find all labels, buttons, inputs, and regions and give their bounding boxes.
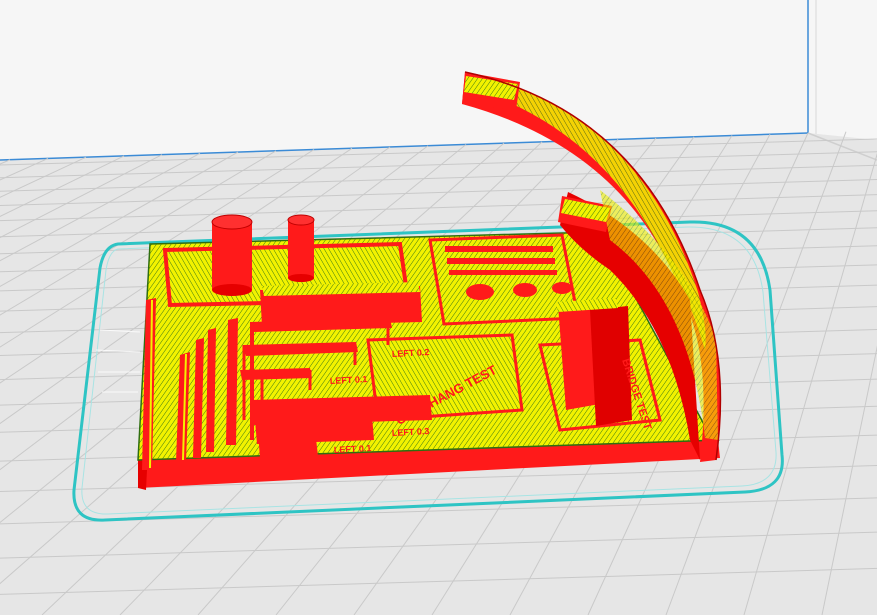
step-label-4: LEFT 0.1: [334, 443, 372, 455]
layer-viewport[interactable]: OVERHANG TEST LEFT 0.2 LEFT 0.1 LEFT 0.3…: [0, 0, 877, 615]
scene-canvas[interactable]: OVERHANG TEST LEFT 0.2 LEFT 0.1 LEFT 0.3…: [0, 0, 877, 615]
step-label-2: LEFT 0.1: [330, 374, 368, 386]
step-label-3: LEFT 0.3: [392, 426, 430, 438]
step-label-1: LEFT 0.2: [392, 347, 430, 359]
hole-test-block: [428, 233, 580, 326]
